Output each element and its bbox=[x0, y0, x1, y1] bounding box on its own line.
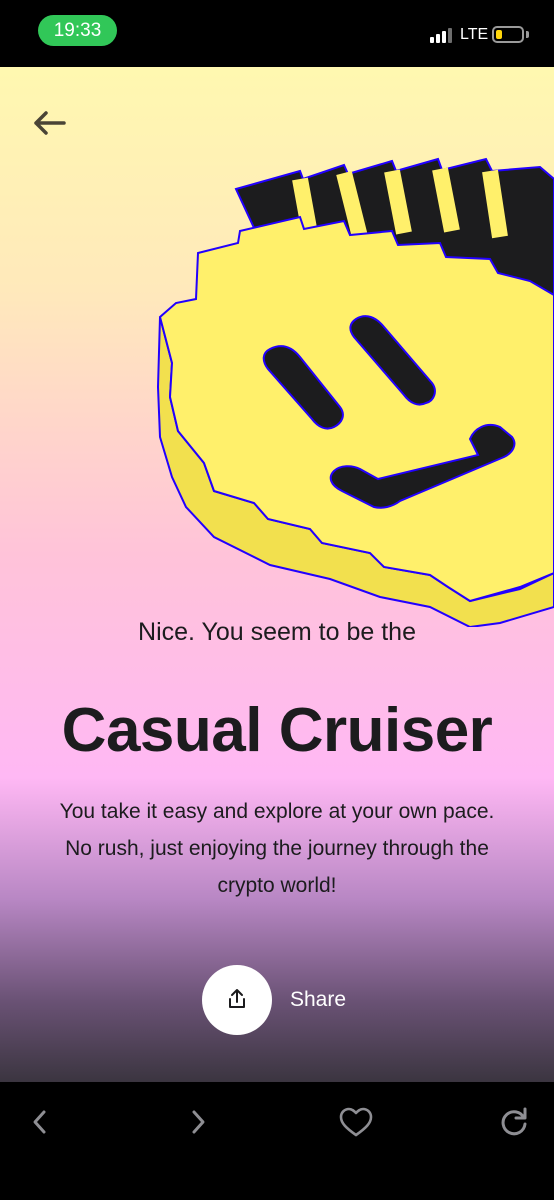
network-label: LTE bbox=[460, 26, 489, 43]
result-intro: Nice. You seem to be the bbox=[138, 618, 416, 646]
share-button[interactable] bbox=[202, 965, 272, 1035]
status-time: 19:33 bbox=[38, 15, 117, 46]
result-screen: Nice. You seem to be the Casual Cruiser … bbox=[0, 67, 554, 1082]
chevron-left-icon[interactable] bbox=[18, 1104, 62, 1140]
share-label[interactable]: Share bbox=[290, 988, 346, 1012]
reload-icon[interactable] bbox=[492, 1104, 536, 1140]
result-description: You take it easy and explore at your own… bbox=[59, 800, 495, 897]
page-title: Casual Cruiser bbox=[61, 696, 493, 765]
chevron-right-icon[interactable] bbox=[176, 1104, 220, 1140]
smiley-illustration bbox=[156, 157, 554, 627]
battery-icon bbox=[492, 26, 524, 43]
heart-icon[interactable] bbox=[334, 1104, 378, 1140]
status-bar: 19:33 LTE bbox=[0, 0, 554, 67]
signal-icon bbox=[430, 27, 454, 43]
browser-toolbar bbox=[0, 1082, 554, 1200]
share-icon bbox=[229, 989, 245, 1008]
